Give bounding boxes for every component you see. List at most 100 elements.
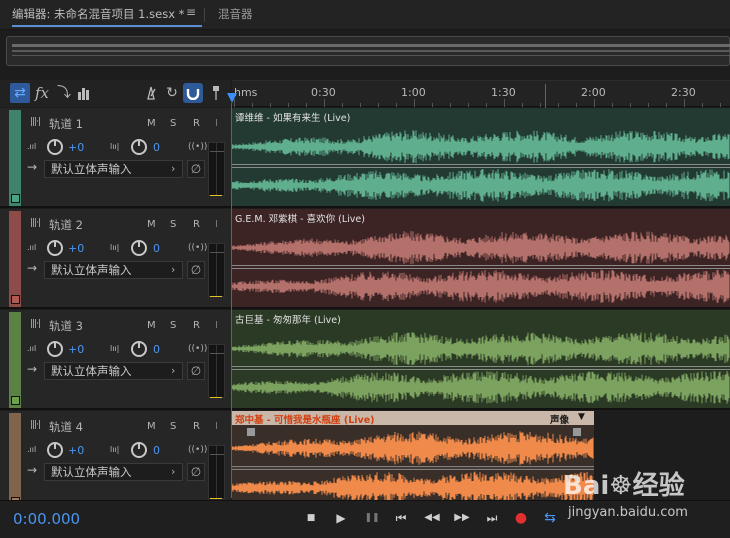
- monitor-input-button[interactable]: I: [215, 219, 218, 230]
- effects-rack-icon[interactable]: fx: [32, 83, 52, 103]
- invert-phase-icon[interactable]: ∅: [187, 362, 205, 380]
- clip-waveform[interactable]: [232, 326, 730, 410]
- track-input-select[interactable]: 默认立体声输入: [44, 160, 183, 178]
- clip-pan-envelope-label[interactable]: 声像: [550, 412, 569, 426]
- track-name[interactable]: 轨道 2: [49, 217, 83, 233]
- tab-editor[interactable]: 编辑器: 未命名混音项目 1.sesx *: [12, 6, 184, 22]
- snap-magnet-icon[interactable]: [183, 83, 203, 103]
- monitor-input-button[interactable]: I: [215, 421, 218, 432]
- volume-knob[interactable]: [47, 139, 63, 155]
- track-name[interactable]: 轨道 1: [49, 116, 83, 132]
- track-color-swatch[interactable]: [11, 194, 20, 203]
- chevron-right-icon[interactable]: ›: [171, 465, 175, 478]
- volume-icon: .ııl: [27, 344, 37, 353]
- volume-knob[interactable]: [47, 240, 63, 256]
- volume-value[interactable]: +0: [68, 444, 84, 457]
- monitor-input-button[interactable]: I: [215, 320, 218, 331]
- overview-zoom-range[interactable]: [12, 44, 730, 47]
- track-name[interactable]: 轨道 4: [49, 419, 83, 435]
- clip-name[interactable]: 古巨基 - 匆匆那年 (Live): [235, 312, 341, 326]
- chevron-right-icon[interactable]: ›: [171, 364, 175, 377]
- record-button[interactable]: ●: [513, 510, 529, 526]
- pan-knob[interactable]: [131, 341, 147, 357]
- chevron-right-icon[interactable]: ›: [171, 162, 175, 175]
- track-lane[interactable]: 古巨基 - 匆匆那年 (Live): [232, 310, 730, 410]
- stereo-wide-icon[interactable]: ((•)): [188, 344, 207, 354]
- pan-value[interactable]: 0: [153, 242, 160, 255]
- fast-forward-button[interactable]: ▶▶: [451, 510, 473, 526]
- pan-value[interactable]: 0: [153, 444, 160, 457]
- clip-name[interactable]: 郑中基 - 可惜我是水瓶座 (Live): [235, 412, 375, 426]
- clip-waveform[interactable]: [232, 124, 730, 208]
- invert-phase-icon[interactable]: ∅: [187, 261, 205, 279]
- eq-icon[interactable]: [74, 83, 94, 103]
- stereo-wide-icon[interactable]: ((•)): [188, 243, 207, 253]
- mute-button[interactable]: M: [147, 219, 156, 230]
- current-time-display[interactable]: 0:00.000: [13, 510, 80, 528]
- invert-phase-icon[interactable]: ∅: [187, 463, 205, 481]
- play-button[interactable]: ▶: [333, 510, 349, 526]
- marker-pin-icon[interactable]: [206, 83, 226, 103]
- pan-knob[interactable]: [131, 442, 147, 458]
- mute-button[interactable]: M: [147, 320, 156, 331]
- mute-button[interactable]: M: [147, 118, 156, 129]
- record-arm-button[interactable]: R: [193, 421, 200, 432]
- track-lane[interactable]: 谭维维 - 如果有来生 (Live): [232, 108, 730, 208]
- solo-button[interactable]: S: [170, 320, 176, 331]
- playhead-handle[interactable]: [227, 93, 237, 103]
- metronome-icon[interactable]: [141, 83, 161, 103]
- move-to-start-button[interactable]: ⏮: [393, 510, 409, 526]
- rewind-button[interactable]: ◀◀: [421, 510, 443, 526]
- record-arm-button[interactable]: R: [193, 320, 200, 331]
- track-color-strip[interactable]: [9, 413, 21, 509]
- track-color-strip[interactable]: [9, 312, 21, 408]
- panel-menu-icon[interactable]: ≡: [186, 5, 196, 19]
- inputs-outputs-icon[interactable]: ⇄: [10, 83, 30, 103]
- loop-toggle-button[interactable]: ⇆: [542, 510, 558, 526]
- volume-knob[interactable]: [47, 442, 63, 458]
- tab-mixer[interactable]: 混音器: [218, 6, 253, 22]
- track-input-select[interactable]: 默认立体声输入: [44, 261, 183, 279]
- clip-waveform[interactable]: [232, 225, 730, 309]
- mute-button[interactable]: M: [147, 421, 156, 432]
- solo-button[interactable]: S: [170, 421, 176, 432]
- stereo-wide-icon[interactable]: ((•)): [188, 445, 207, 455]
- pan-knob[interactable]: [131, 240, 147, 256]
- ruler-tick: [648, 103, 649, 107]
- pan-value[interactable]: 0: [153, 141, 160, 154]
- track-lane[interactable]: G.E.M. 邓紫棋 - 喜欢你 (Live): [232, 209, 730, 309]
- track-name[interactable]: 轨道 3: [49, 318, 83, 334]
- move-to-end-button[interactable]: ⏭: [484, 510, 500, 526]
- sends-icon[interactable]: ⤵: [54, 83, 74, 103]
- record-arm-button[interactable]: R: [193, 118, 200, 129]
- solo-button[interactable]: S: [170, 118, 176, 129]
- track-input-select[interactable]: 默认立体声输入: [44, 362, 183, 380]
- solo-button[interactable]: S: [170, 219, 176, 230]
- waveform-track-icon: |||·|: [30, 319, 41, 329]
- volume-value[interactable]: +0: [68, 242, 84, 255]
- chevron-right-icon[interactable]: ›: [171, 263, 175, 276]
- meter-tick: [210, 353, 224, 354]
- playhead-line[interactable]: [231, 103, 232, 498]
- volume-value[interactable]: +0: [68, 141, 84, 154]
- stereo-wide-icon[interactable]: ((•)): [188, 142, 207, 152]
- volume-value[interactable]: +0: [68, 343, 84, 356]
- volume-knob[interactable]: [47, 341, 63, 357]
- track-color-swatch[interactable]: [11, 396, 20, 405]
- invert-phase-icon[interactable]: ∅: [187, 160, 205, 178]
- clip-name[interactable]: 谭维维 - 如果有来生 (Live): [235, 110, 350, 124]
- clip-name[interactable]: G.E.M. 邓紫棋 - 喜欢你 (Live): [235, 211, 365, 225]
- pan-knob[interactable]: [131, 139, 147, 155]
- record-arm-button[interactable]: R: [193, 219, 200, 230]
- track-color-strip[interactable]: [9, 110, 21, 206]
- clip-waveform[interactable]: [232, 425, 594, 511]
- track-color-swatch[interactable]: [11, 295, 20, 304]
- pause-button[interactable]: ❚❚: [364, 510, 380, 526]
- stop-button[interactable]: ■: [303, 510, 319, 526]
- pan-value[interactable]: 0: [153, 343, 160, 356]
- track-color-strip[interactable]: [9, 211, 21, 307]
- track-input-select[interactable]: 默认立体声输入: [44, 463, 183, 481]
- loop-playback-icon[interactable]: ↻: [162, 83, 182, 103]
- clip-dropdown-icon[interactable]: ▼: [578, 412, 585, 422]
- monitor-input-button[interactable]: I: [215, 118, 218, 129]
